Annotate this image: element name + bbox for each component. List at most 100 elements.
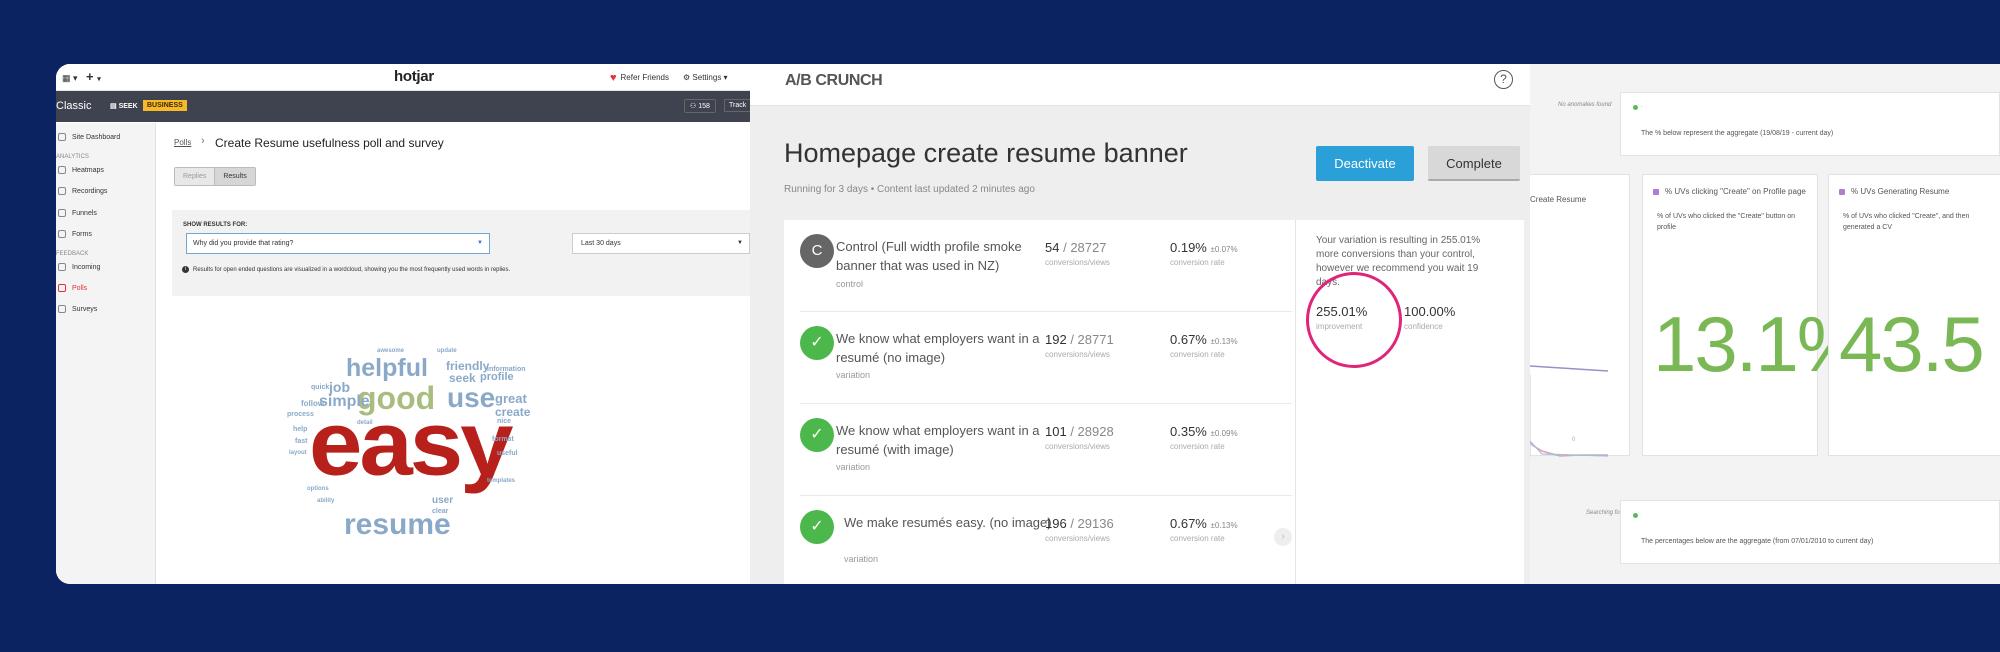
sidebar-item-polls[interactable]: Polls bbox=[58, 284, 87, 292]
variation-row[interactable]: ✓ We know what employers want in a resum… bbox=[800, 312, 1292, 404]
sidebar-item-label: Forms bbox=[72, 230, 92, 238]
gear-icon: ⚙ bbox=[683, 73, 691, 82]
word-user: user bbox=[432, 495, 454, 506]
sidebar-item-label: Polls bbox=[72, 284, 88, 292]
page-title: Create Resume usefulness poll and survey bbox=[215, 136, 444, 150]
variation-type: variation bbox=[836, 462, 871, 472]
word-simple: simple bbox=[319, 393, 370, 410]
chevron-right-icon[interactable]: › bbox=[1274, 528, 1292, 546]
axis-zero: 0 bbox=[1572, 437, 1576, 443]
metric-title-text: % UVs Generating Resume bbox=[1851, 187, 1950, 196]
deactivate-button[interactable]: Deactivate bbox=[1316, 146, 1414, 181]
rate-margin: ±0.07% bbox=[1210, 245, 1238, 254]
sidebar-item-forms[interactable]: Forms bbox=[58, 230, 92, 238]
word-help: help bbox=[293, 426, 308, 433]
word-layout: layout bbox=[289, 450, 307, 456]
variation-row[interactable]: ✓ We make resumés easy. (no image) varia… bbox=[800, 496, 1292, 584]
aggregate-card-bottom: The percentages below are the aggregate … bbox=[1620, 500, 2000, 564]
conversions-label: conversions/views bbox=[1045, 258, 1110, 267]
metric-card-create-clicks: % UVs clicking "Create" on Profile page … bbox=[1642, 174, 1866, 456]
variation-type: variation bbox=[844, 554, 879, 564]
sidebar-item-label: Funnels bbox=[72, 209, 97, 217]
confidence-value: 100.00% bbox=[1404, 304, 1456, 319]
poll-icon bbox=[58, 284, 66, 292]
question-select[interactable]: Why did you provide that rating? ▼ bbox=[186, 233, 490, 254]
refer-friends-link[interactable]: ♥ Refer Friends bbox=[610, 72, 669, 83]
conversions-label: conversions/views bbox=[1045, 442, 1110, 451]
rate-margin: ±0.13% bbox=[1210, 521, 1238, 530]
variation-name: We know what employers want in a resumé … bbox=[836, 423, 1040, 457]
sidebar-item-incoming[interactable]: Incoming bbox=[58, 263, 100, 271]
series-line bbox=[1530, 365, 1609, 372]
refer-friends-label: Refer Friends bbox=[620, 73, 669, 82]
date-range-select[interactable]: Last 30 days ▼ bbox=[572, 233, 750, 254]
tab-results[interactable]: Results bbox=[214, 168, 255, 185]
lock-icon bbox=[1839, 188, 1845, 195]
show-results-label: SHOW RESULTS FOR: bbox=[183, 222, 248, 228]
site-name[interactable]: ▤ SEEK bbox=[110, 102, 138, 110]
breadcrumb-polls[interactable]: Polls bbox=[174, 138, 191, 147]
sidebar-item-label: Surveys bbox=[72, 305, 98, 313]
tab-replies[interactable]: Replies bbox=[175, 168, 215, 185]
conversions-count: 192 bbox=[1045, 332, 1067, 347]
word-format: format bbox=[492, 436, 514, 443]
chevron-right-icon: › bbox=[201, 135, 205, 147]
info-icon: i bbox=[182, 266, 189, 273]
add-icon[interactable]: + ▾ bbox=[86, 69, 101, 84]
views-count: / 28771 bbox=[1070, 332, 1114, 347]
apps-grid-icon[interactable]: ▦ ▾ bbox=[62, 73, 78, 84]
sidebar: Site Dashboard ANALYTICS Heatmaps Record… bbox=[56, 123, 156, 584]
abcrunch-header: A/B CRUNCH ? bbox=[750, 64, 1530, 106]
series-line bbox=[1530, 440, 1609, 457]
control-avatar: C bbox=[800, 234, 834, 268]
funnel-icon bbox=[58, 209, 66, 217]
variation-row[interactable]: ✓ We know what employers want in a resum… bbox=[800, 404, 1292, 496]
classic-label[interactable]: Classic bbox=[56, 100, 91, 112]
site-bar: Classic ▤ SEEK BUSINESS ⚇ 158 Track bbox=[56, 91, 752, 122]
sidebar-item-label: Recordings bbox=[72, 187, 108, 195]
info-text: Results for open ended questions are vis… bbox=[193, 266, 511, 273]
hotjar-top-bar: ▦ ▾ + ▾ hotjar ♥ Refer Friends ⚙ Setting… bbox=[56, 64, 750, 91]
sidebar-item-dashboard[interactable]: Site Dashboard bbox=[58, 133, 120, 141]
word-options: options bbox=[307, 486, 329, 492]
help-icon[interactable]: ? bbox=[1494, 70, 1513, 89]
word-use: use bbox=[447, 382, 496, 413]
abcrunch-panel: A/B CRUNCH ? Homepage create resume bann… bbox=[750, 64, 1530, 584]
word-useful: useful bbox=[497, 450, 518, 457]
tracking-button[interactable]: Track bbox=[724, 99, 752, 112]
aggregate-card-top: . The % below represent the aggregate (1… bbox=[1620, 92, 2000, 156]
word-job: job bbox=[329, 379, 350, 395]
user-count-badge[interactable]: ⚇ 158 bbox=[684, 99, 716, 113]
word-templates: templates bbox=[487, 478, 516, 484]
sidebar-item-label: Incoming bbox=[72, 263, 101, 271]
variation-row[interactable]: C Control (Full width profile smoke bann… bbox=[800, 220, 1292, 312]
form-icon bbox=[58, 230, 66, 238]
word-fast: fast bbox=[295, 438, 308, 445]
rate-label: conversion rate bbox=[1170, 258, 1225, 267]
sidebar-item-heatmaps[interactable]: Heatmaps bbox=[58, 166, 104, 174]
rate-label: conversion rate bbox=[1170, 442, 1225, 451]
site-name-text: SEEK bbox=[118, 103, 138, 110]
column-divider bbox=[1295, 220, 1296, 584]
word-update: update bbox=[437, 348, 457, 354]
recording-icon bbox=[58, 187, 66, 195]
caret-down-icon: ▼ bbox=[477, 240, 483, 246]
metric-title: % UVs clicking "Create" on Profile page bbox=[1653, 187, 1806, 196]
settings-menu[interactable]: ⚙ Settings ▾ bbox=[683, 73, 728, 82]
sidebar-item-funnels[interactable]: Funnels bbox=[58, 209, 97, 217]
views-count: / 28727 bbox=[1063, 240, 1107, 255]
variation-type: variation bbox=[836, 370, 871, 380]
experiment-title: Homepage create resume banner bbox=[784, 138, 1188, 168]
incoming-icon bbox=[58, 263, 66, 271]
rate-label: conversion rate bbox=[1170, 534, 1225, 543]
complete-button[interactable]: Complete bbox=[1428, 146, 1520, 181]
sidebar-item-recordings[interactable]: Recordings bbox=[58, 187, 107, 195]
rate-value: 0.67% bbox=[1170, 516, 1207, 531]
confidence-label: confidence bbox=[1404, 322, 1443, 331]
screenshot-collage: ▦ ▾ + ▾ hotjar ♥ Refer Friends ⚙ Setting… bbox=[56, 64, 2000, 584]
results-tabs: Replies Results bbox=[174, 167, 256, 186]
sidebar-item-surveys[interactable]: Surveys bbox=[58, 305, 97, 313]
question-select-value: Why did you provide that rating? bbox=[193, 240, 294, 247]
user-count: 158 bbox=[698, 103, 710, 110]
word-process: process bbox=[287, 411, 314, 418]
